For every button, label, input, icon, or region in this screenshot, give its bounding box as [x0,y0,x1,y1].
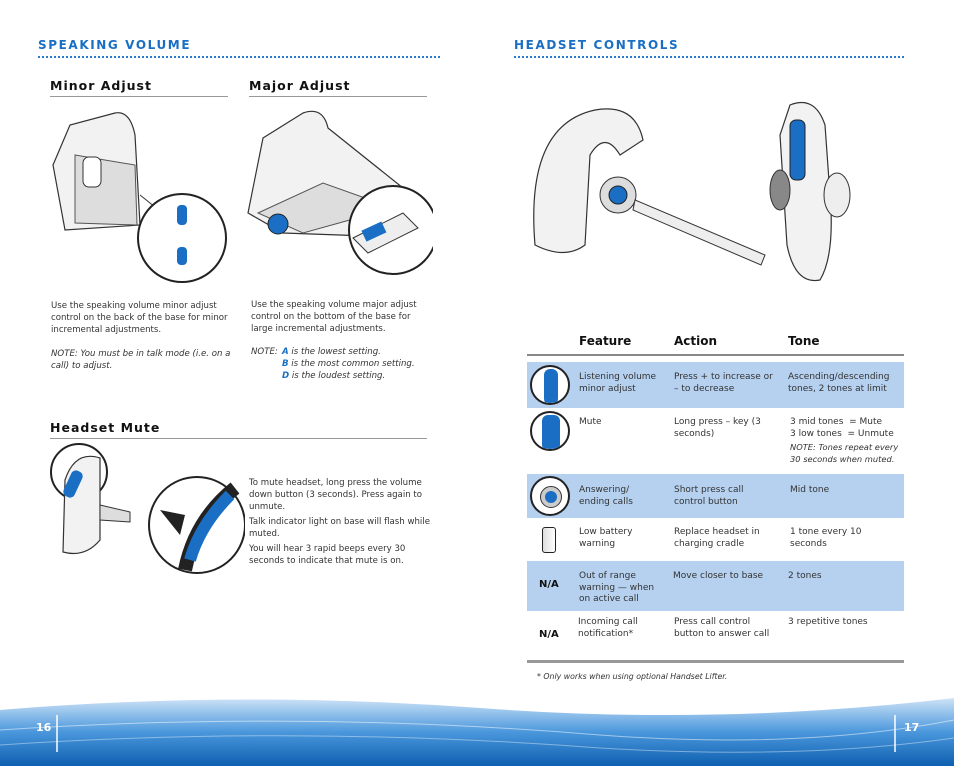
footnote: * Only works when using optional Handset… [537,672,728,681]
mute-paragraph: Talk indicator light on base will flash … [249,517,430,539]
feature-cell: Answering/ ending calls [579,485,633,507]
feature-cell: Low battery warning [579,527,633,549]
action-cell: Press + to increase or – to decrease [674,372,773,394]
tone-cell: Ascending/descending tones, 2 tones at l… [788,372,890,394]
na-label: N/A [539,579,559,590]
base-minor-adjust-illustration [52,112,227,283]
speaking-volume-heading: Speaking Volume [38,38,192,52]
mute-paragraph: You will hear 3 rapid beeps every 30 sec… [249,544,406,566]
column-header-tone: Tone [788,334,820,348]
minor-adjust-heading: Minor Adjust [50,78,152,93]
table-row: Low battery warning Replace headset in c… [527,518,904,561]
column-header-action: Action [674,334,718,348]
volume-buttons-icon [530,365,570,405]
setting-note: is the most common setting. [291,359,415,369]
table-row: N/A Incoming call notification* Press ca… [527,611,904,661]
setting-note: is the loudest setting. [291,371,386,381]
action-cell: Replace headset in charging cradle [674,527,760,549]
divider [249,96,427,97]
table-bottom-rule [527,660,904,663]
feature-cell: Incoming call notification* [578,617,638,639]
mute-paragraph: To mute headset, long press the volume d… [249,478,423,512]
action-cell: Move closer to base [673,571,764,581]
major-adjust-text: Use the speaking volume major adjust con… [251,300,417,334]
headset-mute-illustration [50,443,245,574]
mute-button-icon [530,411,570,451]
setting-letter: B [282,359,289,369]
table-row: Listening volume minor adjust Press + to… [527,362,904,408]
major-adjust-notes: A is the lowest setting. B is the most c… [282,346,415,382]
headset-illustration [533,101,851,282]
tone-cell: 1 tone every 10 seconds [790,527,862,549]
action-cell: Press call control button to answer call [674,617,770,639]
minor-adjust-note: NOTE: You must be in talk mode (i.e. on … [51,349,231,371]
tone-cell: 3 repetitive tones [788,617,868,627]
action-cell: Short press call control button [674,485,744,507]
feature-cell: Mute [579,417,602,427]
headset-controls-heading: Headset Controls [514,38,680,52]
major-adjust-heading: Major Adjust [249,78,351,93]
table-row: Mute Long press – key (3 seconds) 3 mid … [527,408,904,466]
divider [514,56,904,58]
column-header-feature: Feature [579,334,632,348]
na-label: N/A [539,629,559,640]
page-number-left: 16 [36,721,52,734]
feature-cell: Listening volume minor adjust [579,372,657,394]
table-row: Answering/ ending calls Short press call… [527,474,904,518]
headset-mute-text: To mute headset, long press the volume d… [249,477,431,567]
table-row: N/A Out of range warning — when on activ… [527,561,904,611]
base-major-adjust-illustration [247,110,433,275]
headset-mute-heading: Headset Mute [50,420,161,435]
divider [50,96,228,97]
battery-icon [542,527,556,553]
tone-note: NOTE: Tones repeat every 30 seconds when… [790,442,899,464]
setting-note: is the lowest setting. [291,347,381,357]
divider [50,438,427,439]
footer-wave-band [0,698,954,766]
call-button-icon [530,476,570,516]
tone-cell: 3 mid tones = Mute 3 low tones = Unmute [790,417,894,439]
feature-cell: Out of range warning — when on active ca… [579,571,655,604]
divider [38,56,440,58]
major-adjust-note-label: NOTE: [251,347,278,357]
page-number-right: 17 [904,721,920,734]
action-cell: Long press – key (3 seconds) [674,417,761,439]
tone-cell: Mid tone [790,485,830,495]
tone-cell: 2 tones [788,571,822,581]
setting-letter: D [282,371,290,381]
setting-letter: A [282,347,289,357]
table-header-rule [527,354,904,356]
minor-adjust-text: Use the speaking volume minor adjust con… [51,301,228,335]
